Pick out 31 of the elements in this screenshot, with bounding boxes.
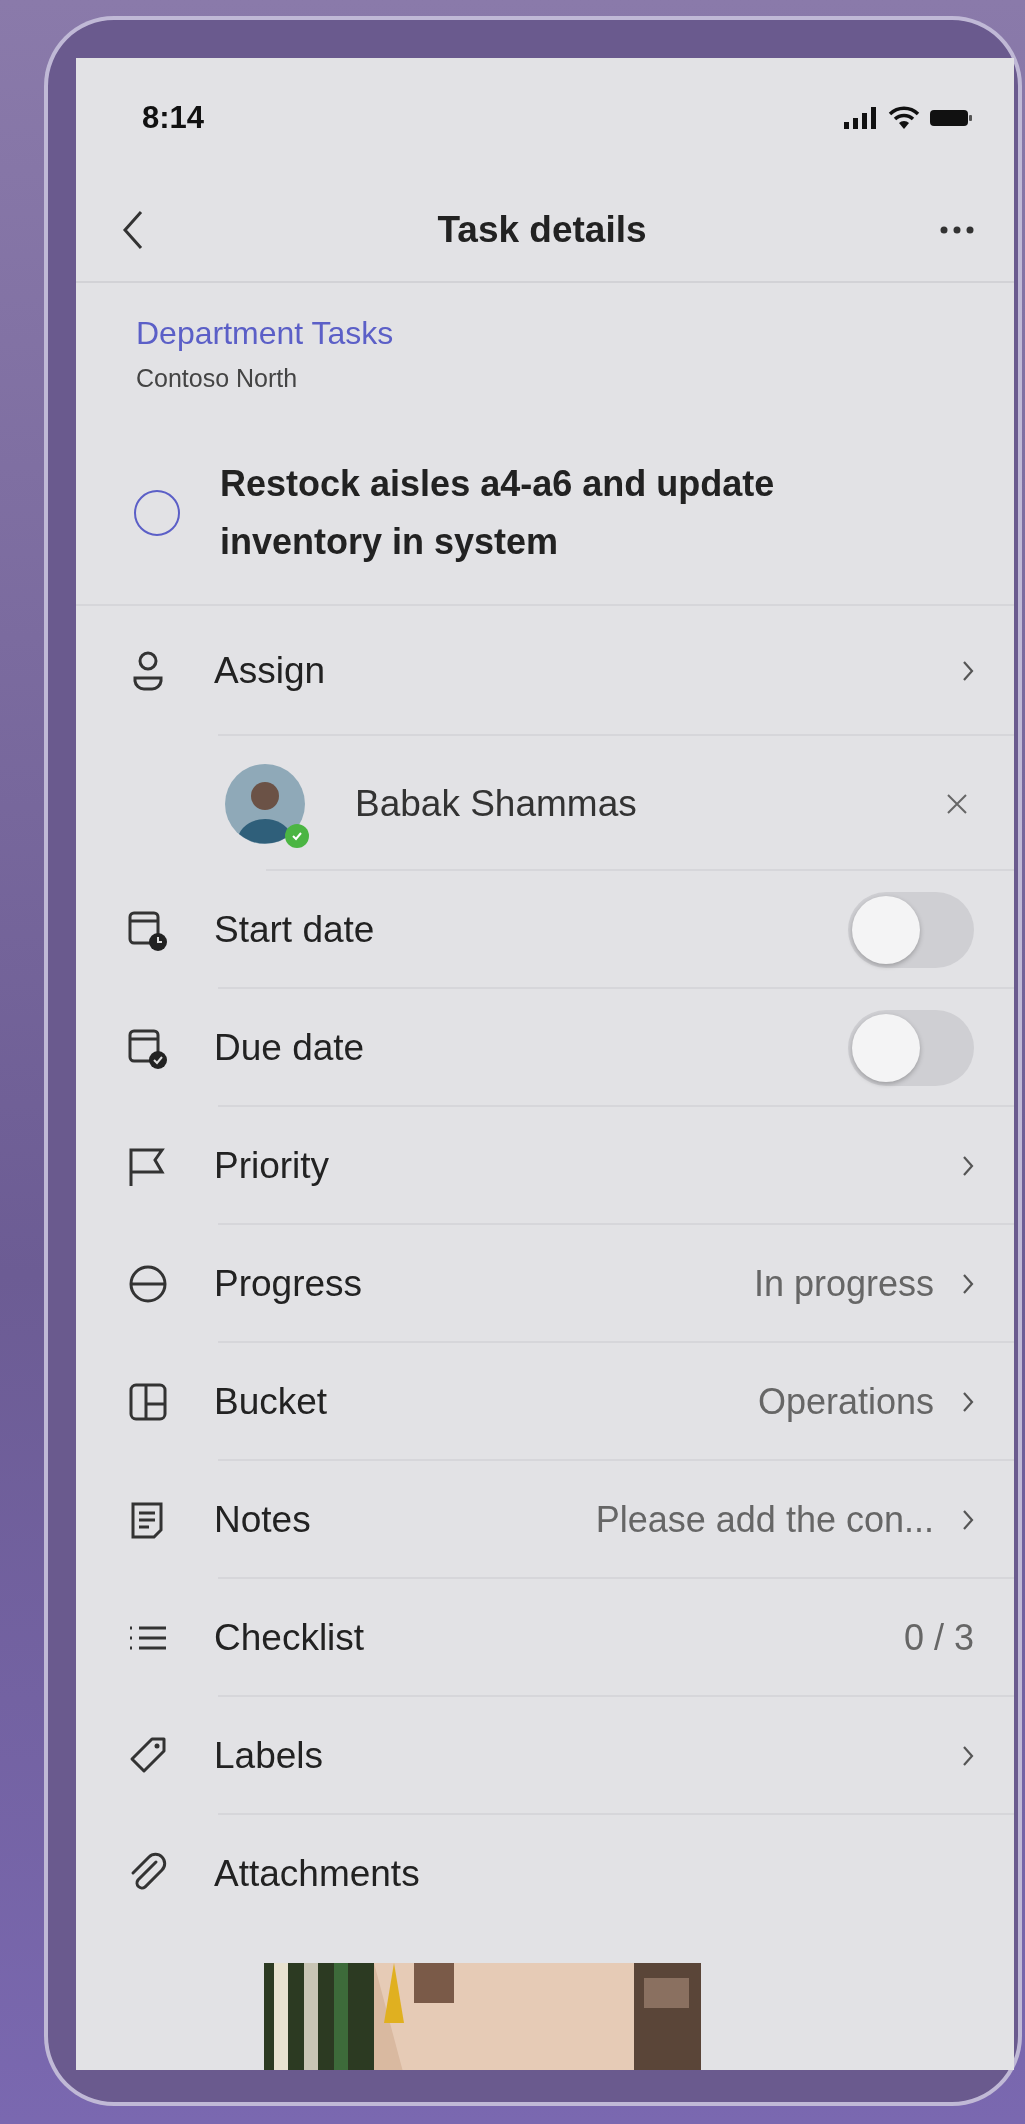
assignee-name: Babak Shammas: [355, 782, 638, 825]
wifi-icon: [888, 106, 920, 130]
field-label[interactable]: Priority: [214, 1145, 962, 1187]
status-time: 8:14: [142, 100, 205, 136]
chevron-icon: [962, 1391, 974, 1413]
group-name: Contoso North: [136, 364, 299, 393]
field-value: Operations: [757, 1381, 934, 1423]
battery-icon: [930, 108, 972, 128]
remove-icon[interactable]: [946, 792, 968, 815]
field-value: Please add the con...: [595, 1499, 934, 1541]
field-label[interactable]: Start date: [214, 909, 848, 951]
chevron-icon: [962, 1745, 974, 1767]
complete-checkbox[interactable]: [134, 490, 180, 536]
assign-label[interactable]: Assign: [214, 650, 962, 692]
chevron-icon: [962, 660, 974, 682]
field-label[interactable]: Checklist: [214, 1617, 904, 1659]
field-label[interactable]: Notes: [214, 1499, 596, 1541]
plan-link[interactable]: Department Tasks: [136, 315, 1014, 352]
task-title: Restock aisles a4-a6 and update inventory in system: [220, 462, 776, 564]
field-label[interactable]: Due date: [214, 1027, 848, 1069]
field-value: In progress: [753, 1263, 934, 1305]
field-label[interactable]: Progress: [214, 1263, 754, 1305]
field-label[interactable]: Bucket: [214, 1381, 758, 1423]
chevron-icon: [962, 1509, 974, 1531]
field-label[interactable]: Attachments: [214, 1853, 974, 1895]
checklist-count: 0 / 3: [903, 1617, 974, 1659]
chevron-icon: [962, 1273, 974, 1295]
chevron-icon: [962, 1155, 974, 1177]
page-title: Task details: [437, 208, 647, 251]
field-label[interactable]: Labels: [214, 1735, 962, 1777]
signal-icon: [844, 107, 878, 129]
